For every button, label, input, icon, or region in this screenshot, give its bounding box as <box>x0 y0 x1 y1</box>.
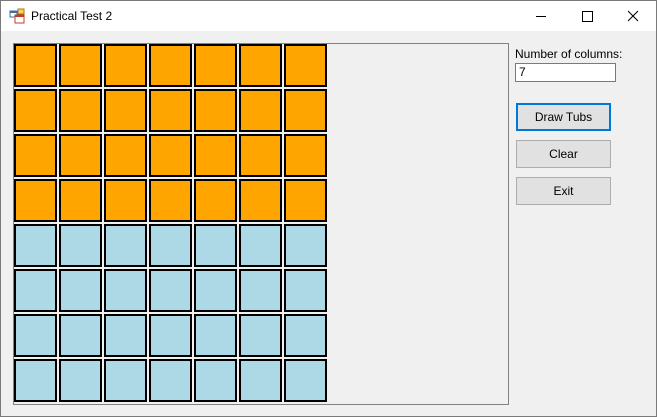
tub-cell <box>149 359 192 402</box>
tub-cell <box>284 134 327 177</box>
tub-cell <box>194 269 237 312</box>
app-window: Practical Test 2 Number of columns: Draw… <box>0 0 657 417</box>
tub-cell <box>194 224 237 267</box>
tub-cell <box>104 269 147 312</box>
tub-cell <box>284 314 327 357</box>
tub-cell <box>284 269 327 312</box>
close-icon <box>627 10 639 22</box>
tub-cell <box>284 179 327 222</box>
tub-cell <box>14 179 57 222</box>
tub-cell <box>149 314 192 357</box>
columns-input[interactable] <box>515 63 616 82</box>
drawing-panel <box>13 43 509 405</box>
exit-button[interactable]: Exit <box>516 177 611 205</box>
title-bar[interactable]: Practical Test 2 <box>1 1 656 31</box>
tub-cell <box>239 314 282 357</box>
tub-cell <box>239 134 282 177</box>
tub-cell <box>104 224 147 267</box>
tub-cell <box>239 269 282 312</box>
tub-cell <box>14 44 57 87</box>
close-button[interactable] <box>610 1 656 31</box>
tub-cell <box>59 269 102 312</box>
tub-cell <box>239 179 282 222</box>
tub-cell <box>149 134 192 177</box>
minimize-icon <box>536 16 546 17</box>
clear-button[interactable]: Clear <box>516 140 611 168</box>
minimize-button[interactable] <box>518 1 564 31</box>
tub-cell <box>149 44 192 87</box>
tub-cell <box>104 359 147 402</box>
tub-cell <box>104 314 147 357</box>
maximize-button[interactable] <box>564 1 610 31</box>
tub-cell <box>14 134 57 177</box>
tub-cell <box>239 89 282 132</box>
tub-cell <box>59 89 102 132</box>
columns-label: Number of columns: <box>515 47 623 61</box>
tub-cell <box>59 224 102 267</box>
tub-cell <box>14 314 57 357</box>
tub-cell <box>14 269 57 312</box>
tub-cell <box>149 224 192 267</box>
window-title: Practical Test 2 <box>31 9 113 23</box>
tub-cell <box>239 44 282 87</box>
tub-cell <box>284 89 327 132</box>
tub-cell <box>59 44 102 87</box>
tub-cell <box>194 44 237 87</box>
tub-cell <box>149 269 192 312</box>
tub-cell <box>59 134 102 177</box>
tub-cell <box>194 314 237 357</box>
tub-cell <box>239 359 282 402</box>
app-icon <box>9 8 25 24</box>
tub-cell <box>59 314 102 357</box>
tub-cell <box>284 224 327 267</box>
tub-cell <box>59 359 102 402</box>
draw-tubs-button[interactable]: Draw Tubs <box>516 103 611 131</box>
tub-cell <box>104 44 147 87</box>
tub-cell <box>194 89 237 132</box>
tub-cell <box>284 359 327 402</box>
tub-cell <box>194 359 237 402</box>
tub-cell <box>59 179 102 222</box>
tub-cell <box>284 44 327 87</box>
tub-cell <box>239 224 282 267</box>
maximize-icon <box>582 11 593 22</box>
tub-cell <box>149 89 192 132</box>
tub-cell <box>149 179 192 222</box>
tub-cell <box>104 179 147 222</box>
tub-cell <box>194 179 237 222</box>
tub-cell <box>14 224 57 267</box>
tub-cell <box>14 359 57 402</box>
tub-cell <box>104 89 147 132</box>
tub-cell <box>194 134 237 177</box>
tub-cell <box>104 134 147 177</box>
tub-cell <box>14 89 57 132</box>
